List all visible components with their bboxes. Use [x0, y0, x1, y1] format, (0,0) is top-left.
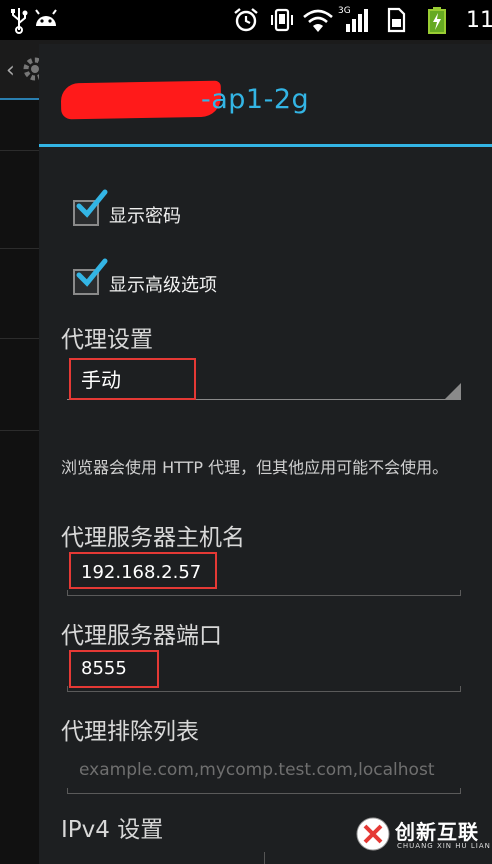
background-divider [0, 430, 40, 431]
proxy-settings-label: 代理设置 [61, 327, 153, 353]
input-underline [67, 691, 461, 692]
sim-icon [387, 7, 406, 33]
spinner-dropdown-icon [445, 383, 461, 399]
show-advanced-label: 显示高级选项 [109, 275, 217, 296]
android-debug-icon [35, 9, 57, 26]
back-caret-icon[interactable]: ‹ [6, 58, 15, 83]
dialog-title: -ap1-2g [201, 84, 310, 115]
proxy-bypass-placeholder: example.com,mycomp.test.com,localhost [79, 760, 435, 780]
clock: 11 [466, 8, 492, 33]
status-bar: 3G 11 [0, 0, 492, 40]
dialog-title-bar: -ap1-2g [39, 44, 492, 144]
wifi-network-dialog: -ap1-2g 显示密码 显示高级选项 代理设置 手动 浏览器会使用 HTTP … [39, 44, 492, 864]
wifi-icon [303, 9, 333, 32]
signal-3g-icon: 3G [338, 6, 372, 34]
highlight-box-proxy-port [69, 650, 159, 688]
input-underline-cap [460, 686, 461, 692]
background-divider [0, 338, 40, 339]
background-divider [0, 248, 40, 249]
input-underline [67, 595, 461, 596]
watermark: 创新互联 CHUANG XIN HU LIAN [355, 812, 490, 860]
proxy-host-label: 代理服务器主机名 [61, 525, 245, 551]
input-underline-cap [67, 686, 68, 692]
title-divider [39, 144, 492, 147]
highlight-box-proxy-mode [69, 358, 196, 400]
vibrate-icon [271, 8, 293, 32]
input-underline-cap [460, 788, 461, 794]
input-underline-cap [460, 590, 461, 596]
show-password-checkbox[interactable]: 显示密码 [73, 189, 253, 236]
input-underline-cap [67, 590, 68, 596]
watermark-name-en: CHUANG XIN HU LIAN [397, 842, 491, 850]
background-divider [0, 150, 40, 151]
battery-charging-icon [428, 7, 446, 34]
checkmark-icon [76, 258, 108, 287]
bottom-separator [264, 852, 265, 864]
brand-logo-icon [356, 817, 390, 851]
show-advanced-checkbox[interactable]: 显示高级选项 [73, 258, 273, 305]
input-underline [67, 793, 461, 794]
title-redaction [60, 80, 222, 120]
input-underline-cap [67, 788, 68, 794]
checkmark-icon [76, 189, 108, 218]
proxy-bypass-label: 代理排除列表 [61, 719, 199, 745]
proxy-note: 浏览器会使用 HTTP 代理，但其他应用可能不会使用。 [61, 458, 449, 477]
usb-icon [11, 8, 28, 34]
proxy-bypass-input[interactable]: example.com,mycomp.test.com,localhost [67, 746, 461, 794]
alarm-icon [234, 8, 258, 32]
highlight-box-proxy-host [69, 552, 217, 589]
show-password-label: 显示密码 [109, 206, 181, 227]
watermark-name: 创新互联 [395, 820, 479, 844]
ipv4-settings-label: IPv4 设置 [61, 817, 164, 843]
